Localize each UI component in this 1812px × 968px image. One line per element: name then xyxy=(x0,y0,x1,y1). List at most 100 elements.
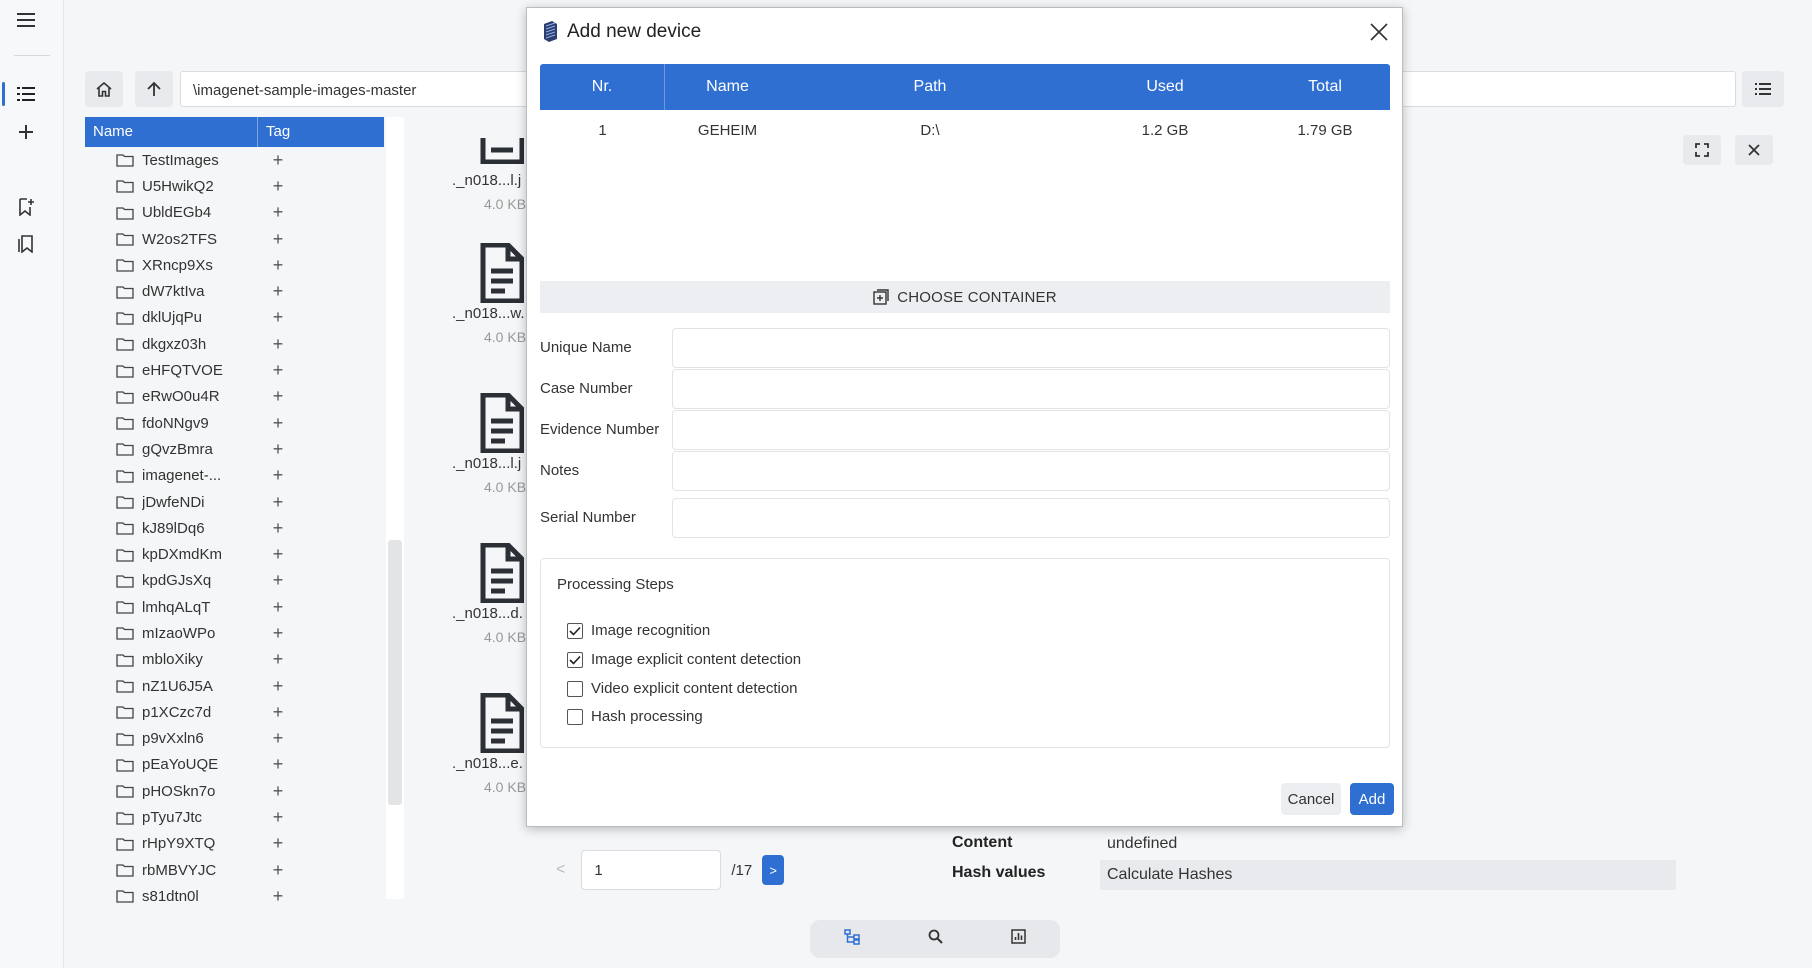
table-row[interactable]: 1 GEHEIM D:\ 1.2 GB 1.79 GB xyxy=(540,110,1390,150)
tree-item[interactable]: UbldEGb4 + xyxy=(85,200,385,226)
tree-item[interactable]: mIzaoWPo + xyxy=(85,620,385,646)
tree-item[interactable]: kpDXmdKm + xyxy=(85,541,385,567)
thumbnail[interactable]: ._n018...d. 4.0 KB xyxy=(440,543,530,673)
tree-item[interactable]: imagenet-... + xyxy=(85,463,385,489)
processing-step-checkbox[interactable]: Hash processing xyxy=(567,708,703,725)
up-button[interactable] xyxy=(135,71,173,107)
add-tag-button[interactable]: + xyxy=(268,439,288,460)
processing-step-checkbox[interactable]: Video explicit content detection xyxy=(567,680,798,697)
add-tag-button[interactable]: + xyxy=(268,307,288,328)
tree-item[interactable]: rHpY9XTQ + xyxy=(85,831,385,857)
add-tag-button[interactable]: + xyxy=(268,386,288,407)
calculate-hashes-button[interactable]: Calculate Hashes xyxy=(1107,866,1232,884)
next-page-button[interactable]: > xyxy=(762,855,785,885)
checkbox-box[interactable] xyxy=(567,680,583,697)
processing-step-checkbox[interactable]: Image recognition xyxy=(567,622,710,639)
add-tag-button[interactable]: + xyxy=(268,492,288,513)
close-dialog-button[interactable] xyxy=(1365,18,1393,46)
tree-item[interactable]: s81dtn0l + xyxy=(85,883,385,909)
tree-item[interactable]: fdoNNgv9 + xyxy=(85,410,385,436)
add-tag-button[interactable]: + xyxy=(268,202,288,223)
thumbnail[interactable]: ._n018...l.j 4.0 KB xyxy=(440,130,530,260)
add-tag-button[interactable]: + xyxy=(268,754,288,775)
thumbnail[interactable]: ._n018...l.j 4.0 KB xyxy=(440,393,530,523)
add-tag-button[interactable]: + xyxy=(268,150,288,171)
view-toggle-button[interactable] xyxy=(1742,71,1784,107)
tree-item[interactable]: pEaYoUQE + xyxy=(85,752,385,778)
col-name[interactable]: Name xyxy=(665,78,790,96)
prev-page-button[interactable]: < xyxy=(556,861,565,879)
tree-icon[interactable] xyxy=(844,928,860,950)
add-tag-button[interactable]: + xyxy=(268,781,288,802)
add-tag-button[interactable]: + xyxy=(268,255,288,276)
tree-item[interactable]: kJ89lDq6 + xyxy=(85,515,385,541)
tree-item[interactable]: eHFQTVOE + xyxy=(85,357,385,383)
tree-item[interactable]: p9vXxln6 + xyxy=(85,726,385,752)
add-tag-button[interactable]: + xyxy=(268,360,288,381)
thumbnail[interactable]: ._n018...e. 4.0 KB xyxy=(440,693,530,823)
list-icon[interactable] xyxy=(14,82,38,106)
bookmarks-icon[interactable] xyxy=(14,232,38,256)
search-icon[interactable] xyxy=(928,929,943,949)
tree-header-name[interactable]: Name xyxy=(85,117,258,147)
chart-icon[interactable] xyxy=(1011,929,1026,949)
add-tag-button[interactable]: + xyxy=(268,544,288,565)
add-tag-button[interactable]: + xyxy=(268,728,288,749)
plus-icon[interactable] xyxy=(14,120,38,144)
add-tag-button[interactable]: + xyxy=(268,229,288,250)
tree-item[interactable]: eRwO0u4R + xyxy=(85,384,385,410)
add-tag-button[interactable]: + xyxy=(268,597,288,618)
bookmark-add-icon[interactable] xyxy=(14,195,38,219)
add-tag-button[interactable]: + xyxy=(268,623,288,644)
add-tag-button[interactable]: + xyxy=(268,886,288,907)
serial-number-input[interactable] xyxy=(672,498,1390,538)
tree-item[interactable]: gQvzBmra + xyxy=(85,436,385,462)
col-total[interactable]: Total xyxy=(1260,78,1390,96)
tree-item[interactable]: XRncp9Xs + xyxy=(85,252,385,278)
checkbox-box[interactable] xyxy=(567,651,583,668)
tree-item[interactable]: kpdGJsXq + xyxy=(85,568,385,594)
tree-item[interactable]: lmhqALqT + xyxy=(85,594,385,620)
add-tag-button[interactable]: + xyxy=(268,281,288,302)
add-button[interactable]: Add xyxy=(1350,783,1394,815)
add-tag-button[interactable]: + xyxy=(268,518,288,539)
evidence-number-input[interactable] xyxy=(672,410,1390,450)
case-number-input[interactable] xyxy=(672,369,1390,409)
tree-item[interactable]: mbloXiky + xyxy=(85,647,385,673)
add-tag-button[interactable]: + xyxy=(268,413,288,434)
checkbox-box[interactable] xyxy=(567,622,583,639)
add-tag-button[interactable]: + xyxy=(268,176,288,197)
tree-item[interactable]: W2os2TFS + xyxy=(85,226,385,252)
tree-item[interactable]: rbMBVYJC + xyxy=(85,857,385,883)
tree-item[interactable]: p1XCzc7d + xyxy=(85,699,385,725)
tree-item[interactable]: pTyu7Jtc + xyxy=(85,804,385,830)
tree-header-tag[interactable]: Tag xyxy=(258,117,384,147)
tree-item[interactable]: dklUjqPu + xyxy=(85,305,385,331)
add-tag-button[interactable]: + xyxy=(268,702,288,723)
tree-item[interactable]: jDwfeNDi + xyxy=(85,489,385,515)
home-button[interactable] xyxy=(85,71,123,107)
add-tag-button[interactable]: + xyxy=(268,465,288,486)
tree-item[interactable]: U5HwikQ2 + xyxy=(85,173,385,199)
cancel-button[interactable]: Cancel xyxy=(1281,783,1341,815)
close-preview-button[interactable] xyxy=(1735,135,1773,165)
tree-item[interactable]: TestImages + xyxy=(85,147,385,173)
add-tag-button[interactable]: + xyxy=(268,860,288,881)
processing-step-checkbox[interactable]: Image explicit content detection xyxy=(567,651,801,668)
page-input[interactable]: 1 xyxy=(581,850,722,890)
add-tag-button[interactable]: + xyxy=(268,676,288,697)
col-path[interactable]: Path xyxy=(790,78,1070,96)
add-tag-button[interactable]: + xyxy=(268,334,288,355)
tree-item[interactable]: nZ1U6J5A + xyxy=(85,673,385,699)
hamburger-icon[interactable] xyxy=(14,8,38,32)
add-tag-button[interactable]: + xyxy=(268,833,288,854)
tree-item[interactable]: dkgxz03h + xyxy=(85,331,385,357)
thumbnail[interactable]: ._n018...w. 4.0 KB xyxy=(440,243,530,373)
col-nr[interactable]: Nr. xyxy=(540,64,665,110)
unique-name-input[interactable] xyxy=(672,328,1390,368)
tree-scrollbar-thumb[interactable] xyxy=(388,540,402,805)
tree-item[interactable]: pHOSkn7o + xyxy=(85,778,385,804)
tree-item[interactable]: dW7ktIva + xyxy=(85,278,385,304)
fullscreen-button[interactable] xyxy=(1683,135,1721,165)
col-used[interactable]: Used xyxy=(1070,78,1260,96)
